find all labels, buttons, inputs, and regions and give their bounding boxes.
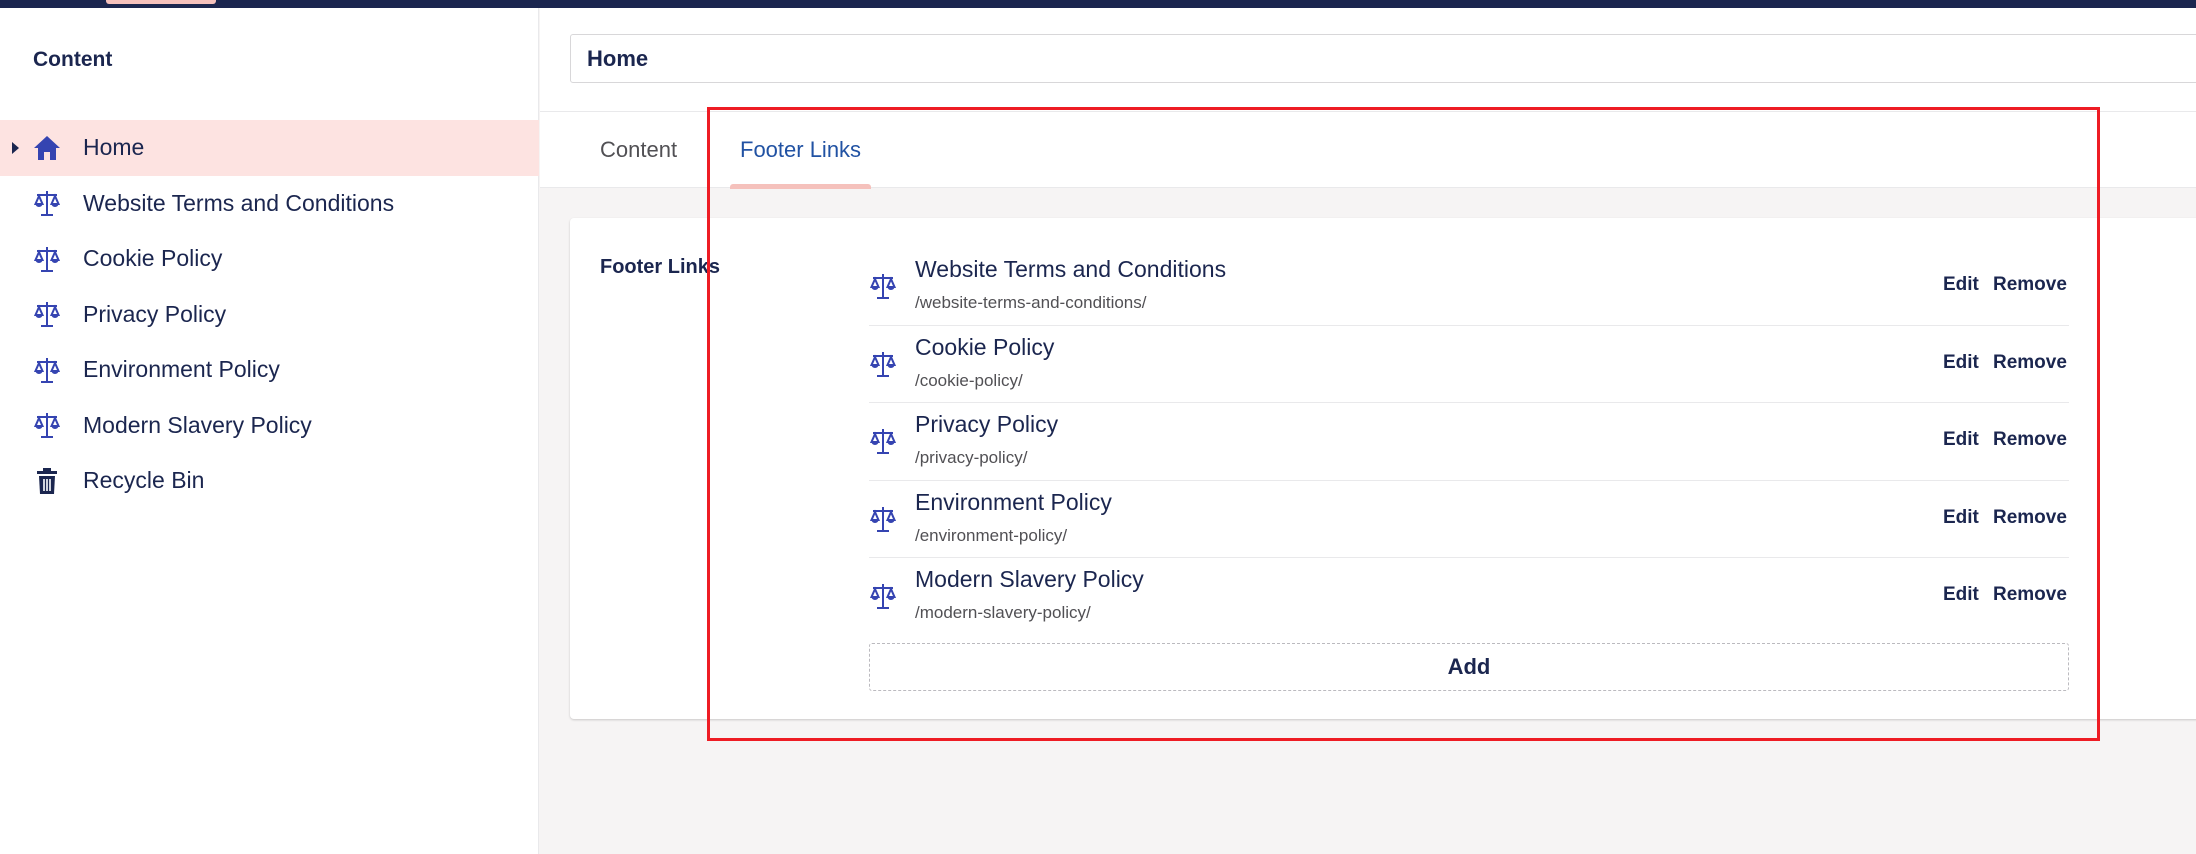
content-picker-list: Website Terms and Conditions /website-te… <box>869 248 2069 636</box>
list-item: Environment Policy /environment-policy/ … <box>869 481 2069 558</box>
scales-icon <box>32 410 62 440</box>
tree-item-environment-policy[interactable]: Environment Policy <box>0 342 539 398</box>
scales-icon <box>869 425 897 457</box>
tab-footer-links[interactable]: Footer Links <box>730 112 872 189</box>
edit-button[interactable]: Edit <box>1943 274 1979 296</box>
tree-item-label: Privacy Policy <box>83 300 227 327</box>
trash-icon <box>32 466 62 496</box>
tree-item-label: Environment Policy <box>83 356 280 383</box>
add-link-button[interactable]: Add <box>869 643 2069 691</box>
item-name[interactable]: Environment Policy <box>915 489 1112 516</box>
tree-item-modern-slavery-policy[interactable]: Modern Slavery Policy <box>0 398 539 454</box>
editor-main: Content Footer Links Footer Links Websit… <box>540 8 2196 854</box>
tab-content[interactable]: Content <box>600 112 677 188</box>
scales-icon <box>32 299 62 329</box>
scales-icon <box>32 355 62 385</box>
remove-button[interactable]: Remove <box>1993 274 2067 296</box>
edit-button[interactable]: Edit <box>1943 429 1979 451</box>
item-path: /environment-policy/ <box>915 525 1068 545</box>
scales-icon <box>869 580 897 612</box>
property-panel: Footer Links Website Terms and Condition… <box>570 218 2196 719</box>
sidebar-title: Content <box>33 48 113 71</box>
item-path: /modern-slavery-policy/ <box>915 603 1091 622</box>
active-tab-indicator <box>730 184 872 189</box>
item-path: /website-terms-and-conditions/ <box>915 293 1147 312</box>
list-item: Modern Slavery Policy /modern-slavery-po… <box>869 558 2069 636</box>
expand-caret-icon[interactable] <box>12 141 19 154</box>
top-bar-accent <box>106 0 216 4</box>
edit-button[interactable]: Edit <box>1943 507 1979 529</box>
tree-item-label: Website Terms and Conditions <box>83 189 395 216</box>
tab-label: Content <box>600 137 678 162</box>
editor-header <box>540 8 2196 112</box>
content-tree-sidebar: Content Home Website Terms and Condition… <box>0 8 539 854</box>
remove-button[interactable]: Remove <box>1993 352 2067 374</box>
scales-icon <box>869 503 897 535</box>
scales-icon <box>32 244 62 274</box>
item-name[interactable]: Privacy Policy <box>915 411 1058 438</box>
tree-item-label: Cookie Policy <box>83 245 223 272</box>
tree-item-label: Modern Slavery Policy <box>83 411 312 438</box>
scales-icon <box>869 270 897 302</box>
item-path: /cookie-policy/ <box>915 370 1023 390</box>
item-path: /privacy-policy/ <box>915 448 1028 467</box>
tree-item-cookie-policy[interactable]: Cookie Policy <box>0 231 539 287</box>
tab-label: Footer Links <box>740 137 862 162</box>
property-label: Footer Links <box>600 256 721 278</box>
content-tree: Home Website Terms and Conditions Cookie… <box>0 120 539 509</box>
top-bar <box>0 0 2196 8</box>
editor-tabs: Content Footer Links <box>540 112 2196 189</box>
node-name-input[interactable] <box>570 34 2196 83</box>
tree-item-website-terms[interactable]: Website Terms and Conditions <box>0 176 539 232</box>
list-item: Cookie Policy /cookie-policy/ Edit Remov… <box>869 326 2069 403</box>
tree-item-recycle-bin[interactable]: Recycle Bin <box>0 453 539 509</box>
remove-button[interactable]: Remove <box>1993 584 2067 606</box>
edit-button[interactable]: Edit <box>1943 584 1979 606</box>
list-item: Website Terms and Conditions /website-te… <box>869 248 2069 326</box>
list-item: Privacy Policy /privacy-policy/ Edit Rem… <box>869 403 2069 481</box>
edit-button[interactable]: Edit <box>1943 352 1979 374</box>
item-name[interactable]: Cookie Policy <box>915 334 1054 361</box>
tree-item-privacy-policy[interactable]: Privacy Policy <box>0 287 539 343</box>
remove-button[interactable]: Remove <box>1993 429 2067 451</box>
item-name[interactable]: Modern Slavery Policy <box>915 566 1144 593</box>
scales-icon <box>869 348 897 380</box>
scales-icon <box>32 188 62 218</box>
tree-item-home[interactable]: Home <box>0 120 539 176</box>
tree-item-label: Recycle Bin <box>83 467 205 494</box>
house-icon <box>32 133 62 163</box>
remove-button[interactable]: Remove <box>1993 507 2067 529</box>
tree-item-label: Home <box>83 134 145 161</box>
item-name[interactable]: Website Terms and Conditions <box>915 256 1226 283</box>
